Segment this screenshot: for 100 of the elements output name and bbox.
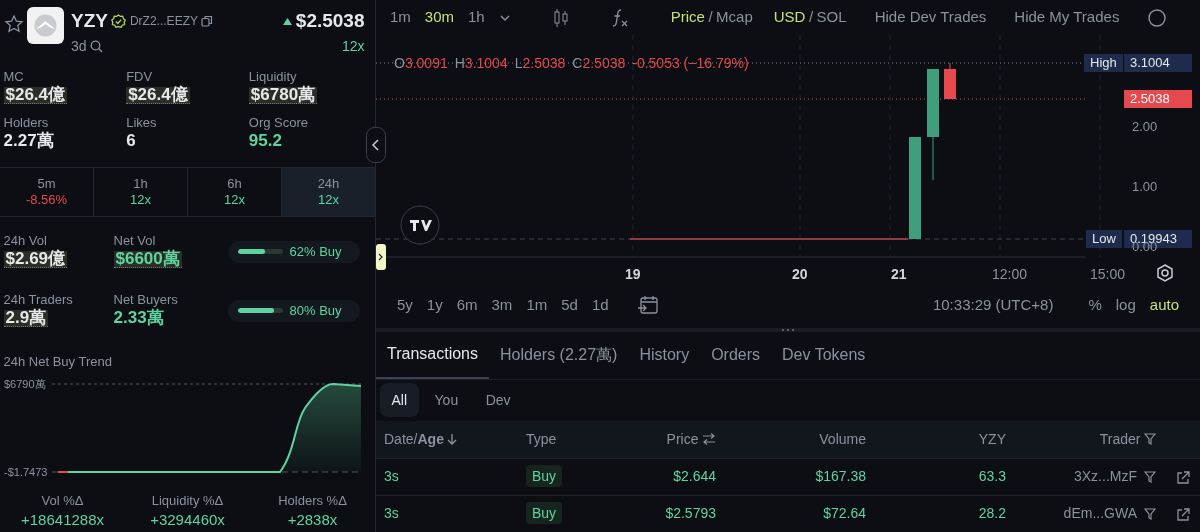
filter-tab[interactable]: Dev [473,383,523,418]
interval-button[interactable]: 30m [424,6,455,29]
column-header[interactable]: Price [666,428,699,450]
column-header[interactable]: Date/Age [384,428,444,450]
delta-value: +18641288x [20,510,105,531]
toggle-option[interactable]: USD [773,6,806,29]
candlestick-icon[interactable] [552,7,569,28]
axis-label: 15:00 [1090,265,1126,285]
chart-logo-icon [400,205,440,246]
axis-label: 19 [625,265,641,285]
stat-value: 6 [126,130,136,150]
table-cell-text: 3s [383,504,400,524]
scale-option[interactable]: % [1088,293,1102,317]
stat-label: Likes [126,114,158,131]
price-tag-label: Low [1086,230,1122,249]
stat-label: Liquidity [248,68,297,85]
swap-icon[interactable] [702,433,716,446]
timeframe-tab[interactable]: 24h 12x [282,167,375,216]
collapse-button[interactable] [366,127,386,164]
token-price: $2.5038 [295,9,365,33]
tab[interactable]: History [628,331,701,379]
scale-option[interactable]: auto [1149,293,1179,317]
axis-label: 12:00 [992,265,1028,285]
column-header[interactable]: Trader [1099,428,1141,450]
range-button[interactable]: 1d [591,293,609,317]
tab[interactable]: Holders (2.27萬) [489,331,629,379]
function-icon[interactable] [610,7,629,28]
interval-button[interactable]: 1h [468,6,485,29]
stat-label: 24h Vol [3,233,47,250]
delta-value: +2838x [286,510,339,531]
stat-label: MC [3,68,25,85]
price-multiplier: 12x [340,36,365,56]
clock-label: 10:33:29 (UTC+8) [932,294,1054,315]
candle [944,62,956,100]
filter-icon[interactable] [1144,507,1156,520]
buy-ratio-label: 62% Buy [289,243,342,260]
stat-value: 2.9萬 [5,308,47,328]
range-button[interactable]: 6m [456,293,478,317]
stat-value: 2.27萬 [3,130,54,150]
table-cell-text: $72.64 [822,504,866,524]
toggle-option[interactable]: Price [670,6,705,29]
range-button[interactable]: 1m [526,293,548,317]
trade-type-badge: Buy [526,502,563,525]
stat-value: $2.69億 [5,249,66,269]
toggle-separator: / [808,7,814,28]
stat-value: 95.2 [248,130,282,150]
calendar-icon[interactable] [636,294,659,317]
verified-icon [111,13,127,29]
token-logo-icon [27,7,64,44]
trader-link[interactable]: 3Xz...MzF [1074,466,1137,488]
copy-icon[interactable] [201,15,214,28]
hide-trades-button[interactable]: Hide My Trades [1014,6,1120,29]
stat-value: $6780萬 [250,84,316,104]
external-link-icon[interactable] [1176,507,1190,522]
filter-icon[interactable] [1144,433,1156,446]
search-icon[interactable] [90,39,104,53]
stat-label: Net Buyers [113,292,179,308]
filter-tab[interactable]: All [379,383,420,418]
stat-label: Net Vol [113,233,157,250]
chevron-down-icon[interactable] [498,13,511,22]
axis-label: 2.00 [1132,118,1158,137]
tab[interactable]: Transactions [376,331,489,379]
stat-value: $26.4億 [5,84,66,104]
table-cell-text: 28.2 [977,504,1006,524]
range-button[interactable]: 3m [491,293,513,317]
token-address[interactable]: DrZ2...EEZY [129,12,198,31]
stat-label: FDV [126,68,154,85]
trade-type-badge: Buy [526,465,563,488]
axis-label: -$1.7473 [4,464,48,480]
timeframe-tab[interactable]: 5m -8.56% [0,167,94,216]
drag-handle-icon[interactable] [781,327,795,332]
filter-icon[interactable] [1144,470,1156,483]
range-button[interactable]: 5d [561,293,578,317]
column-header: YZY [978,429,1006,449]
price-tag-value: 3.1004 [1124,54,1192,73]
tab[interactable]: Orders [700,331,772,379]
hide-trades-button[interactable]: Hide Dev Trades [874,6,987,29]
sort-down-icon[interactable] [447,433,458,446]
delta-label: Holders %Δ [277,493,348,510]
trader-link[interactable]: dEm...GWA [1063,503,1137,525]
token-symbol: YZY [71,9,108,33]
scale-option[interactable]: log [1115,293,1136,317]
external-link-icon[interactable] [1176,470,1190,485]
timeframe-tab[interactable]: 1h 12x [94,167,188,216]
toggle-option[interactable]: SOL [816,6,847,29]
tab[interactable]: Dev Tokens [771,331,877,379]
column-header: Volume [819,429,866,449]
ohlc-value: L2.5038 [514,54,566,74]
range-button[interactable]: 1y [426,293,443,317]
interval-button[interactable]: 1m [390,6,411,29]
token-age: 3d [71,36,87,56]
axis-label: 1.00 [1132,178,1158,197]
toggle-option[interactable]: Mcap [716,6,753,29]
axis-label: 21 [891,265,907,285]
range-button[interactable]: 5y [397,293,413,317]
filter-tab[interactable]: You [422,383,471,418]
stat-value: 2.33萬 [113,308,164,328]
star-icon[interactable] [3,14,24,34]
table-cell-text: $167.38 [814,467,866,487]
resize-handle[interactable] [376,244,386,271]
